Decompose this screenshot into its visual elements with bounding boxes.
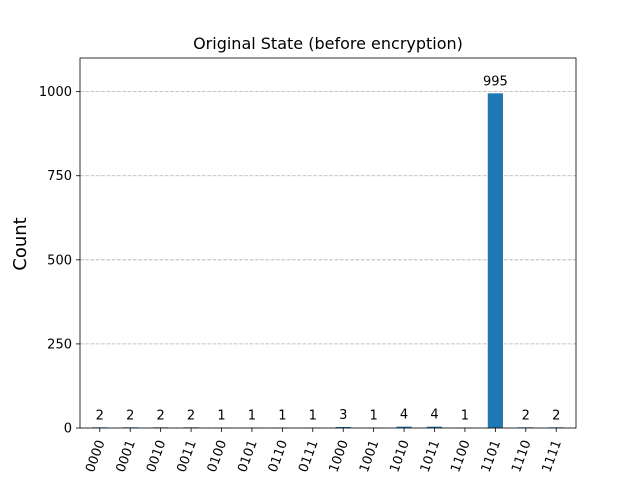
x-tick-label: 1100 bbox=[448, 438, 473, 474]
data-label: 1 bbox=[309, 409, 317, 424]
data-label: 1 bbox=[370, 409, 378, 424]
y-tick-label: 250 bbox=[47, 337, 72, 352]
data-label: 2 bbox=[126, 408, 134, 423]
x-axis-ticks: 0000000100100011010001010110011110001001… bbox=[83, 428, 565, 474]
x-tick-label: 1101 bbox=[479, 438, 504, 474]
x-tick-label: 0001 bbox=[114, 438, 139, 474]
x-tick-label: 1001 bbox=[357, 438, 382, 474]
data-label: 4 bbox=[430, 408, 438, 423]
data-label: 3 bbox=[339, 408, 347, 423]
x-tick-label: 0100 bbox=[205, 438, 230, 474]
data-label: 1 bbox=[217, 409, 225, 424]
x-tick-label: 0000 bbox=[83, 438, 108, 474]
data-label: 2 bbox=[187, 408, 195, 423]
y-tick-label: 500 bbox=[47, 253, 72, 268]
data-label: 2 bbox=[552, 408, 560, 423]
data-label: 2 bbox=[96, 408, 104, 423]
bar-chart: Original State (before encryption) Count… bbox=[0, 0, 640, 480]
y-tick-label: 0 bbox=[64, 422, 72, 437]
data-label: 4 bbox=[400, 408, 408, 423]
data-label: 2 bbox=[156, 408, 164, 423]
data-label: 1 bbox=[461, 409, 469, 424]
x-tick-label: 0111 bbox=[296, 438, 321, 474]
x-tick-label: 1011 bbox=[418, 438, 443, 474]
x-tick-label: 0010 bbox=[144, 438, 169, 474]
data-label: 1 bbox=[278, 409, 286, 424]
bars bbox=[92, 93, 564, 428]
data-label: 1 bbox=[248, 409, 256, 424]
y-axis-label: Count bbox=[10, 217, 31, 270]
x-tick-label: 1110 bbox=[509, 438, 534, 474]
x-tick-label: 0110 bbox=[266, 438, 291, 474]
x-tick-label: 1111 bbox=[540, 438, 565, 474]
chart-title: Original State (before encryption) bbox=[193, 34, 463, 53]
y-tick-label: 1000 bbox=[39, 85, 72, 100]
chart-container: Original State (before encryption) Count… bbox=[0, 0, 640, 480]
x-tick-label: 0101 bbox=[235, 438, 260, 474]
x-tick-label: 1010 bbox=[387, 438, 412, 474]
x-tick-label: 0011 bbox=[174, 438, 199, 474]
x-tick-label: 1000 bbox=[327, 438, 352, 474]
y-tick-label: 750 bbox=[47, 169, 72, 184]
bar bbox=[488, 93, 503, 428]
data-label: 995 bbox=[483, 74, 508, 89]
data-label: 2 bbox=[522, 408, 530, 423]
y-axis-ticks: 0 250 500 750 1000 bbox=[39, 85, 80, 436]
